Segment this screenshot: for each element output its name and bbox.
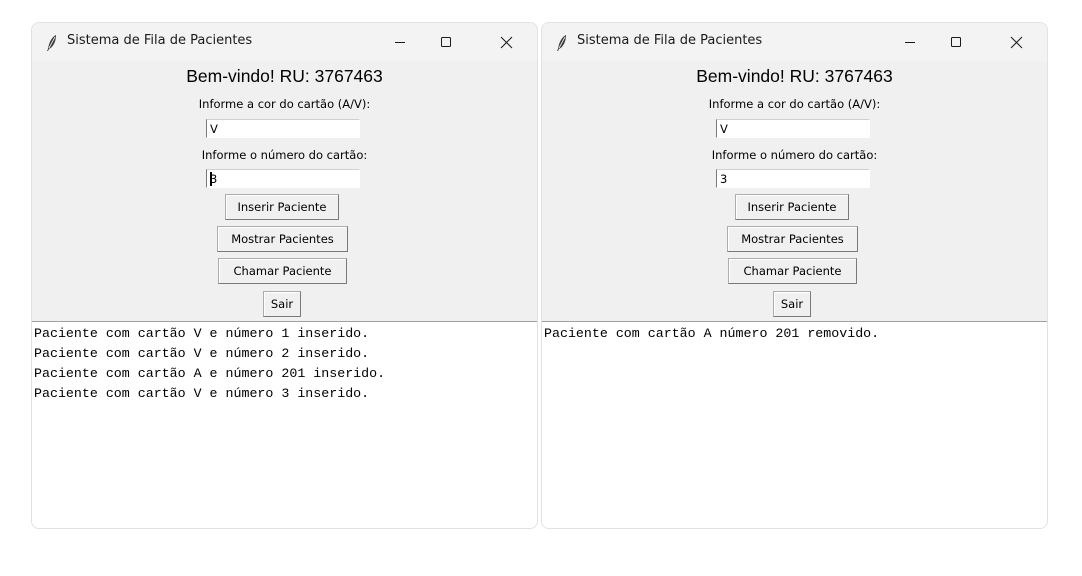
exit-button[interactable]: Sair [773,291,811,317]
log-line: Paciente com cartão V e número 1 inserid… [34,326,370,341]
insert-patient-button[interactable]: Inserir Paciente [735,194,849,220]
show-patients-button[interactable]: Mostrar Pacientes [217,226,348,252]
minimize-icon [395,42,405,43]
text-cursor [210,172,212,186]
call-patient-button[interactable]: Chamar Paciente [728,258,857,284]
output-text-area[interactable]: Paciente com cartão V e número 1 inserid… [32,321,537,528]
maximize-icon [951,37,961,47]
card-color-label: Informe a cor do cartão (A/V): [198,97,371,111]
log-line: Paciente com cartão A e número 201 inser… [34,366,386,381]
log-line: Paciente com cartão V e número 3 inserid… [34,386,370,401]
card-number-input[interactable] [206,169,360,188]
output-text-area[interactable]: Paciente com cartão A número 201 removid… [542,321,1047,528]
close-icon [1010,36,1022,48]
card-number-label: Informe o número do cartão: [711,148,878,162]
welcome-label: Bem-vindo! RU: 3767463 [696,66,893,86]
maximize-icon [441,37,451,47]
app-window-right: Sistema de Fila de Pacientes Bem-vindo! … [542,23,1047,528]
insert-patient-button[interactable]: Inserir Paciente [225,194,339,220]
close-button[interactable] [483,23,529,61]
title-bar[interactable]: Sistema de Fila de Pacientes [542,23,1047,61]
card-number-label: Informe o número do cartão: [201,148,368,162]
card-color-input[interactable] [206,119,360,138]
maximize-button[interactable] [423,23,469,61]
card-color-label: Informe a cor do cartão (A/V): [708,97,881,111]
minimize-icon [905,42,915,43]
maximize-button[interactable] [933,23,979,61]
window-title: Sistema de Fila de Pacientes [577,33,763,48]
close-icon [500,36,512,48]
card-number-input[interactable] [716,169,870,188]
show-patients-button[interactable]: Mostrar Pacientes [727,226,858,252]
welcome-label: Bem-vindo! RU: 3767463 [186,66,383,86]
log-line: Paciente com cartão V e número 2 inserid… [34,346,370,361]
call-patient-button[interactable]: Chamar Paciente [218,258,347,284]
close-button[interactable] [993,23,1039,61]
app-window-left: Sistema de Fila de Pacientes Bem-vindo! … [32,23,537,528]
log-line: Paciente com cartão A número 201 removid… [544,326,880,341]
minimize-button[interactable] [887,23,933,61]
window-title: Sistema de Fila de Pacientes [67,33,253,48]
feather-icon [47,35,56,51]
exit-button[interactable]: Sair [263,291,301,317]
feather-icon [557,35,566,51]
minimize-button[interactable] [377,23,423,61]
card-color-input[interactable] [716,119,870,138]
title-bar[interactable]: Sistema de Fila de Pacientes [32,23,537,61]
